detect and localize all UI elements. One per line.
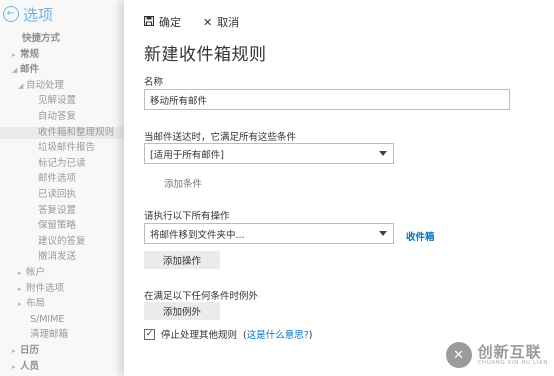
name-label: 名称 <box>144 77 164 88</box>
watermark-cn: 创新互联 <box>477 343 542 361</box>
nav-item[interactable]: 快捷方式 <box>22 33 60 45</box>
add-condition-button[interactable]: 添加条件 <box>164 176 202 190</box>
nav-item[interactable]: 见解设置 <box>38 95 76 107</box>
nav-item-label: 自动处理 <box>26 79 65 91</box>
help-close-paren: ) <box>308 330 313 341</box>
nav-item[interactable]: 建议的答复 <box>38 236 86 248</box>
add-action-button[interactable]: 添加操作 <box>144 251 220 269</box>
nav-item-label: 附件选项 <box>26 282 65 294</box>
logo-icon: ✕ <box>445 342 472 368</box>
nav-item[interactable]: 收件箱和整理规则 <box>0 126 124 139</box>
nav-item[interactable]: 清理邮箱 <box>30 329 68 341</box>
nav-item-label: 自动答复 <box>38 111 77 122</box>
toolbar: 确定 ✕ 取消 <box>143 14 239 30</box>
nav-title: 选项 <box>23 5 54 24</box>
save-icon <box>143 15 155 29</box>
page-title: 新建收件箱规则 <box>144 45 267 65</box>
nav-item[interactable]: 垃圾邮件报告 <box>38 142 95 154</box>
nav-item-label: 帐户 <box>26 267 46 278</box>
nav-item-label: 快捷方式 <box>22 33 61 44</box>
action-label: 请执行以下所有操作 <box>144 211 230 222</box>
nav-item-label: 人员 <box>20 360 40 372</box>
nav-item[interactable]: ▸ 人员 <box>12 361 39 373</box>
nav-item[interactable]: 答复设置 <box>38 205 76 217</box>
nav-item[interactable]: 邮件选项 <box>38 173 76 185</box>
nav-item[interactable]: 标记为已读 <box>38 158 86 170</box>
nav-item-label: 保留策略 <box>38 220 77 232</box>
action-value: 将邮件移到文件夹中... <box>150 229 245 241</box>
condition-value: [适用于所有邮件] <box>150 149 224 161</box>
chevron-right-icon[interactable]: ▸ <box>18 267 26 279</box>
nav-item-label: 邮件选项 <box>38 173 77 185</box>
rule-name-value: 移动所有邮件 <box>150 95 208 107</box>
nav-item[interactable]: ◢ 自动处理 <box>18 80 64 92</box>
help-text: (这是什么意思?) <box>243 327 312 341</box>
watermark-logo: ✕ 创新互联 CHUANG XIN HU LIAN <box>445 342 548 368</box>
add-exception-button[interactable]: 添加例外 <box>144 302 220 320</box>
watermark-en: CHUANG XIN HU LIAN <box>477 360 548 366</box>
nav-item-label: 标记为已读 <box>38 157 86 169</box>
nav-item[interactable]: 自动答复 <box>38 111 76 123</box>
rule-name-input[interactable]: 移动所有邮件 <box>144 89 510 110</box>
watermark-text: 创新互联 CHUANG XIN HU LIAN <box>478 344 548 366</box>
nav-item[interactable]: ▸ 常规 <box>12 49 39 61</box>
nav-item[interactable]: ▸ 帐户 <box>18 267 45 279</box>
nav-item[interactable]: ▸ 布局 <box>18 298 45 310</box>
stop-processing-label: 停止处理其他规则 <box>161 330 238 341</box>
stop-processing-row: ✓ 停止处理其他规则 (这是什么意思?) <box>144 327 313 341</box>
chevron-down-icon[interactable]: ◢ <box>12 64 20 76</box>
save-label: 确定 <box>159 16 181 29</box>
chevron-right-icon[interactable]: ▸ <box>12 345 20 357</box>
nav-item-label: 清理邮箱 <box>30 329 69 341</box>
chevron-right-icon[interactable]: ▸ <box>18 298 26 310</box>
nav-item-label: 已读回执 <box>38 189 77 200</box>
nav-header[interactable]: ← 选项 <box>0 0 124 28</box>
nav-item-label: S/MIME <box>30 313 65 325</box>
nav-item-label: 垃圾邮件报告 <box>38 142 96 154</box>
exception-label: 在满足以下任何条件时例外 <box>144 291 259 302</box>
nav-item[interactable]: S/MIME <box>30 314 64 326</box>
chevron-down-icon <box>379 151 387 156</box>
help-link[interactable]: 这是什么意思? <box>247 330 309 341</box>
cancel-label: 取消 <box>217 16 240 29</box>
chevron-down-icon[interactable]: ◢ <box>18 80 26 92</box>
chevron-down-icon <box>379 231 387 236</box>
stop-processing-checkbox[interactable]: ✓ <box>144 328 155 340</box>
action-select[interactable]: 将邮件移到文件夹中... <box>144 223 394 244</box>
condition-label: 当邮件送达时，它满足所有这些条件 <box>144 132 297 143</box>
nav-item-label: 见解设置 <box>38 95 77 107</box>
cancel-button[interactable]: ✕ 取消 <box>203 14 239 30</box>
back-arrow-icon[interactable]: ← <box>3 6 19 22</box>
nav-item-label: 答复设置 <box>38 204 77 216</box>
nav-item-label: 布局 <box>26 298 46 310</box>
nav-item[interactable]: 保留策略 <box>38 220 76 232</box>
nav-item-label: 常规 <box>20 48 40 60</box>
save-button[interactable]: 确定 <box>143 14 181 30</box>
close-icon: ✕ <box>203 15 213 29</box>
nav-item-label: 邮件 <box>20 64 40 76</box>
nav-item-label: 日历 <box>20 345 40 356</box>
nav-item[interactable]: ▸ 日历 <box>12 345 39 357</box>
nav-item[interactable]: 撤消发送 <box>38 251 76 263</box>
chevron-right-icon[interactable]: ▸ <box>12 361 20 373</box>
condition-select[interactable]: [适用于所有邮件] <box>144 143 394 164</box>
target-folder-link[interactable]: 收件箱 <box>406 229 435 243</box>
chevron-right-icon[interactable]: ▸ <box>18 283 26 295</box>
nav-item[interactable]: ◢ 邮件 <box>12 64 39 76</box>
nav-item-label: 收件箱和整理规则 <box>38 126 115 138</box>
new-rule-panel: 确定 ✕ 取消 新建收件箱规则 名称 移动所有邮件 当邮件送达时，它满足所有这些… <box>124 0 554 376</box>
nav-item-label: 建议的答复 <box>38 235 86 247</box>
chevron-right-icon[interactable]: ▸ <box>12 49 20 61</box>
options-nav-pane: ← 选项 快捷方式 ▸ 常规 ◢ 邮件 ◢ 自动处理 见解设置 自动答复 收件箱和整理规则 垃圾邮件… <box>0 0 124 376</box>
nav-item[interactable]: 已读回执 <box>38 189 76 201</box>
nav-item-label: 撤消发送 <box>38 251 77 263</box>
nav-item[interactable]: ▸ 附件选项 <box>18 283 64 295</box>
